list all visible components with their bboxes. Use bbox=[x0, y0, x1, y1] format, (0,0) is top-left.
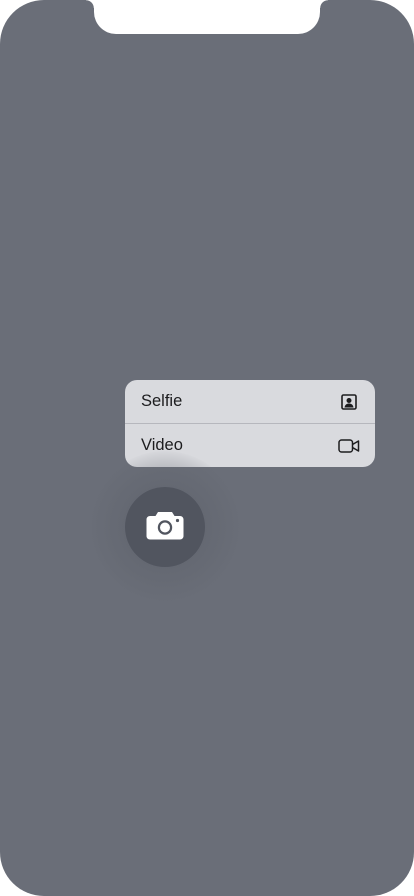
camera-icon bbox=[145, 509, 185, 546]
portrait-icon bbox=[338, 393, 360, 411]
phone-screen: Selfie Video bbox=[0, 0, 414, 896]
menu-item-selfie[interactable]: Selfie bbox=[125, 380, 375, 423]
camera-button[interactable] bbox=[125, 487, 205, 567]
video-camera-icon bbox=[338, 437, 360, 455]
device-notch bbox=[86, 0, 328, 34]
menu-item-label: Selfie bbox=[141, 392, 183, 410]
